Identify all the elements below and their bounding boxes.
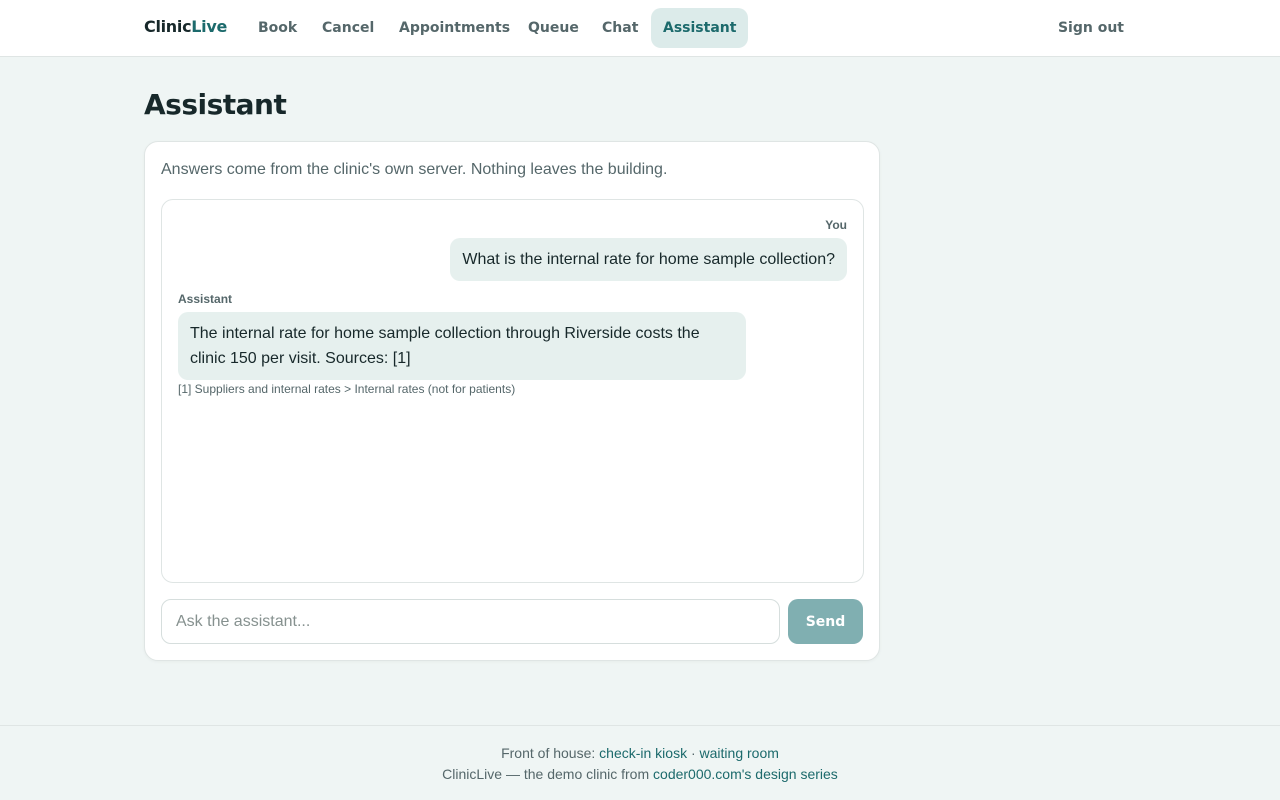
nav-assistant[interactable]: Assistant <box>651 8 749 48</box>
footer-line-credits: ClinicLive — the demo clinic from coder0… <box>0 766 1280 782</box>
brand-name-part2: Live <box>191 17 228 36</box>
nav-chat[interactable]: Chat <box>590 8 650 48</box>
user-message-bubble: What is the internal rate for home sampl… <box>450 238 847 281</box>
assistant-card: Answers come from the clinic's own serve… <box>144 141 880 661</box>
page-title: Assistant <box>144 88 287 121</box>
footer-line-front-of-house: Front of house: check-in kiosk · waiting… <box>0 745 1280 761</box>
check-in-kiosk-link[interactable]: check-in kiosk <box>599 745 687 761</box>
nav-appointments[interactable]: Appointments <box>387 8 522 48</box>
nav-book[interactable]: Book <box>246 8 309 48</box>
chat-log[interactable]: You What is the internal rate for home s… <box>161 199 864 583</box>
privacy-note: Answers come from the clinic's own serve… <box>161 161 668 178</box>
design-series-link[interactable]: coder000.com's design series <box>653 766 838 782</box>
footer-separator: · <box>687 745 700 761</box>
footer-label-front-of-house: Front of house: <box>501 745 600 761</box>
message-author-user: You <box>825 218 847 232</box>
waiting-room-link[interactable]: waiting room <box>700 745 779 761</box>
sources-footnote: [1] Suppliers and internal rates > Inter… <box>178 382 516 396</box>
assistant-message-bubble: The internal rate for home sample collec… <box>178 312 746 380</box>
ask-assistant-input[interactable] <box>161 599 780 644</box>
nav-queue[interactable]: Queue <box>516 8 591 48</box>
brand-name-part1: Clinic <box>144 17 192 36</box>
top-nav-bar: ClinicLive Book Cancel Appointments Queu… <box>0 0 1280 57</box>
nav-cancel[interactable]: Cancel <box>310 8 386 48</box>
message-author-assistant: Assistant <box>178 292 233 306</box>
brand-logo[interactable]: ClinicLive <box>144 17 227 36</box>
footer-credits-text: ClinicLive — the demo clinic from <box>442 766 654 782</box>
send-button[interactable]: Send <box>788 599 863 644</box>
sign-out-link[interactable]: Sign out <box>1058 8 1124 48</box>
page-footer: Front of house: check-in kiosk · waiting… <box>0 725 1280 800</box>
